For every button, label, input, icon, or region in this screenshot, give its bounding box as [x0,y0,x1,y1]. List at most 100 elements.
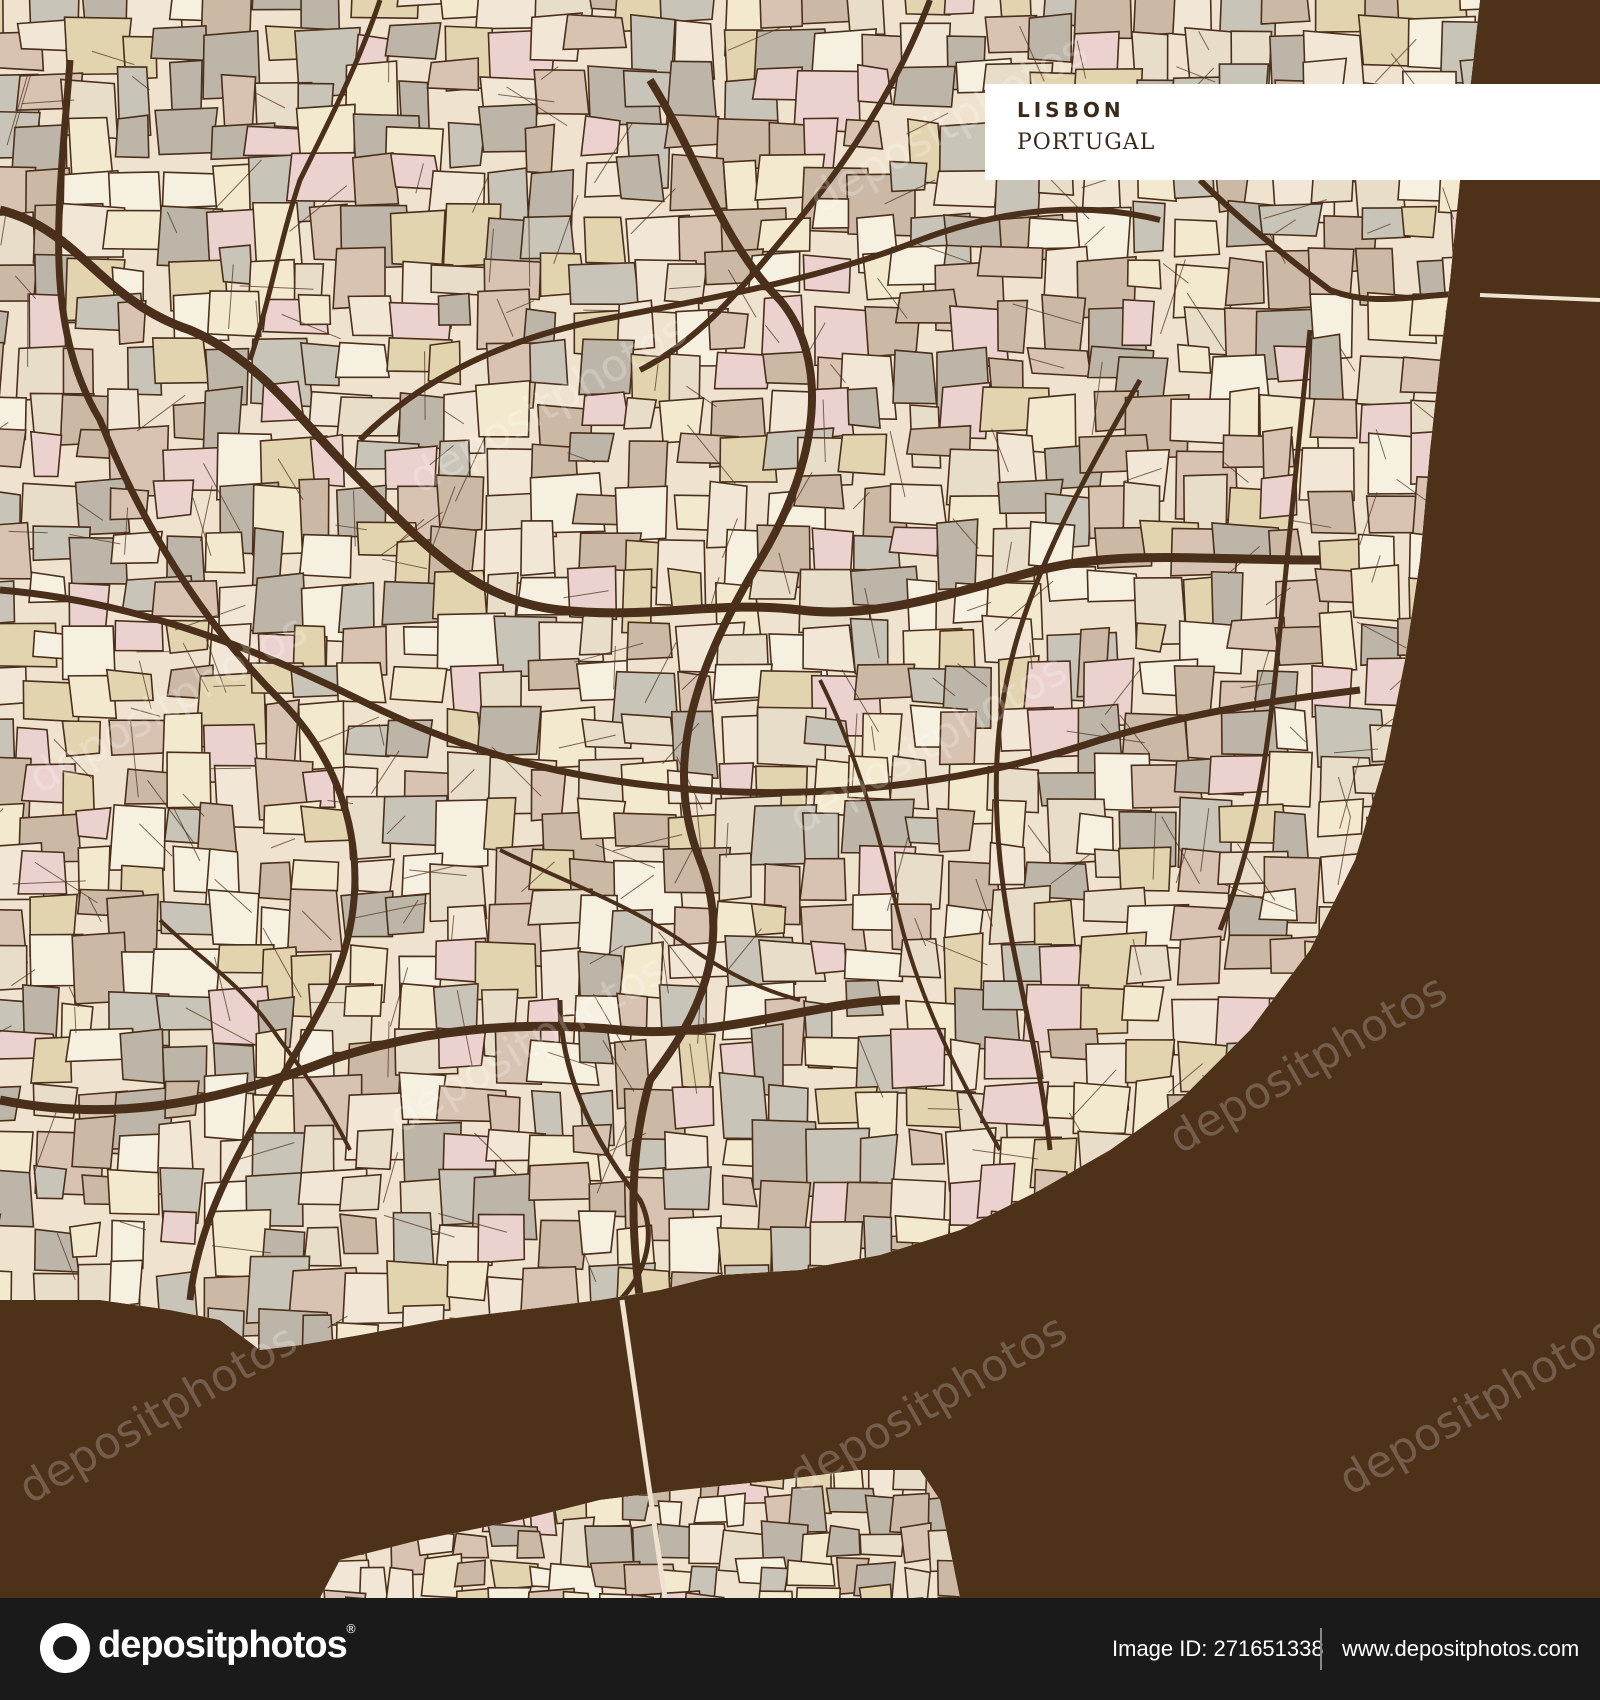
city-block [1224,256,1265,307]
city-block [1266,750,1314,808]
image-id-label: Image ID: 271651338 [1112,1636,1324,1661]
city-block [1176,935,1222,986]
city-block [447,121,486,169]
website-url: www.depositphotos.com [1342,1636,1580,1661]
city-block [670,710,719,780]
city-block [389,209,446,268]
city-block [567,261,640,306]
city-block [265,698,300,768]
city-block [166,751,212,809]
city-block [152,479,195,520]
city-block [889,483,948,527]
city-block [1307,490,1357,535]
city-block [809,940,848,975]
city-block [298,533,353,579]
city-block [355,858,395,894]
city-block [794,1586,842,1598]
city-block [68,1221,102,1258]
city-block [577,1210,617,1256]
city-block [662,1166,712,1211]
city-block [1318,610,1358,673]
city-block [1041,293,1087,355]
city-block [533,69,590,116]
city-block [1260,0,1311,25]
city-block [892,349,938,405]
city-block [666,567,703,611]
city-block [583,216,627,265]
city-block [562,13,628,51]
country-name: PORTUGAL [1017,130,1156,155]
city-block [888,526,940,557]
city-block [300,1124,335,1178]
city-block [290,859,340,892]
city-block [203,1072,249,1141]
city-block [621,1493,651,1522]
city-block [626,621,673,661]
city-block [207,888,260,947]
city-block [101,209,166,251]
city-block [477,1213,526,1264]
city-block [200,0,253,37]
city-block [114,114,150,159]
city-block [859,1533,905,1558]
city-block [0,427,27,469]
city-block [520,520,556,577]
city-block [0,1168,35,1228]
city-block [384,1566,415,1598]
city-block [893,851,944,912]
city-block [1033,899,1076,947]
city-block [1026,346,1092,378]
city-block [758,0,805,29]
city-block [846,387,881,429]
city-block [837,433,888,476]
depositphotos-logo-text: depositphotos [98,1624,348,1666]
footer-bar: depositphotos ® Image ID: 271651338 www.… [0,1598,1600,1700]
city-block [154,106,219,156]
city-block [384,21,442,60]
city-block [1135,622,1167,653]
city-block [297,293,332,326]
city-block [67,116,114,176]
city-block [0,521,33,580]
city-block [1126,259,1162,290]
city-block [904,1566,931,1598]
city-block [528,848,576,891]
city-block [1308,333,1345,406]
city-block [355,1128,394,1171]
city-block [571,493,622,526]
city-block [1350,564,1401,622]
footer-divider [1320,1628,1322,1670]
city-block [762,350,812,386]
city-block [389,665,448,704]
city-block [528,1161,593,1201]
city-block [580,115,621,157]
city-block [114,619,164,652]
city-block [578,611,614,656]
city-block [613,812,678,848]
city-block [976,245,1044,279]
city-block [785,1559,836,1587]
city-block [843,948,905,983]
registered-mark: ® [345,1622,357,1636]
city-block [825,1524,861,1558]
depositphotos-logo-icon [40,1623,90,1673]
city-block [853,663,916,701]
city-block [286,888,344,954]
city-block [299,342,341,387]
city-block [71,1115,117,1170]
city-block [1273,706,1309,752]
map-title-box: LISBON PORTUGAL [985,84,1600,180]
city-block [108,804,167,871]
city-block [516,1529,546,1559]
city-block [206,290,262,338]
city-block [1357,14,1415,67]
city-block [980,1081,1050,1127]
city-block [1117,846,1172,892]
city-block [524,123,556,175]
city-block [384,893,427,936]
city-block [343,984,383,1017]
city-block [453,1559,486,1588]
city-block [668,1215,723,1282]
city-block [676,1032,716,1091]
city-block [754,1590,796,1598]
